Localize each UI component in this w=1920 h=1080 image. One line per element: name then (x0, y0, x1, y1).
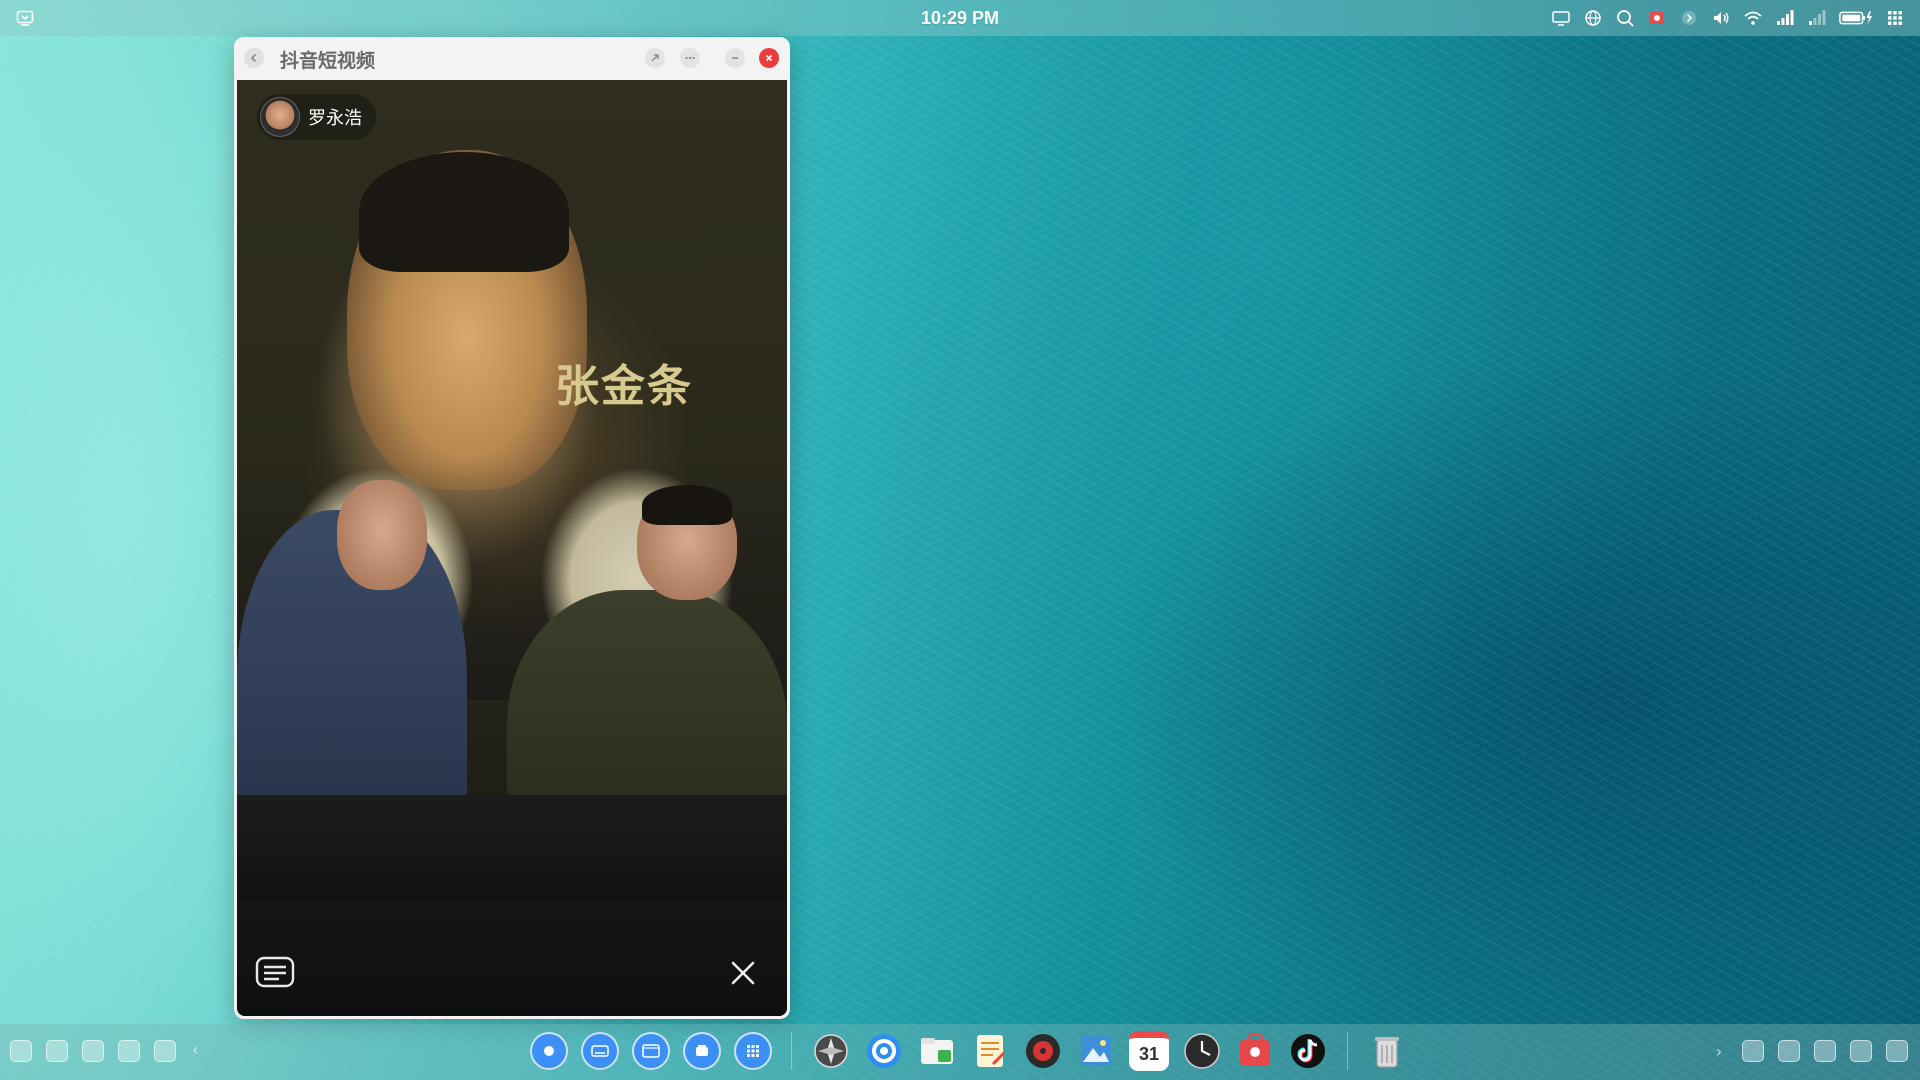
dock-center: 31 (530, 1031, 1407, 1071)
close-icon (765, 54, 773, 62)
person-left-head (337, 480, 427, 590)
system-monitor-app[interactable] (811, 1031, 851, 1071)
minimize-icon (732, 57, 738, 59)
clipboard-icon[interactable] (1814, 1040, 1836, 1062)
basket-icon[interactable] (154, 1040, 176, 1062)
app-store-app[interactable] (1235, 1031, 1275, 1071)
browser-app[interactable] (864, 1031, 904, 1071)
battery-charging-icon[interactable] (1838, 7, 1874, 29)
music-player-app[interactable] (1023, 1031, 1063, 1071)
search-icon[interactable] (1614, 7, 1636, 29)
dock-right-icons: › (1710, 1040, 1908, 1062)
system-tray (1550, 7, 1906, 29)
file-manager-app[interactable] (917, 1031, 957, 1071)
system-monitor-icon (814, 1034, 848, 1068)
wifi-icon[interactable] (1742, 7, 1764, 29)
douyin-window: 抖音短视频 张金条 罗永浩 (234, 37, 790, 1019)
app-store-icon (1240, 1032, 1270, 1066)
text-editor-app[interactable] (970, 1031, 1010, 1071)
author-chip[interactable]: 罗永浩 (257, 94, 376, 140)
app-grid-icon (747, 1045, 759, 1057)
music-player-icon (1026, 1034, 1060, 1068)
list-icon[interactable] (1850, 1040, 1872, 1062)
trash-app[interactable] (1367, 1031, 1407, 1071)
share-icon (651, 54, 659, 62)
clock-icon (1184, 1033, 1220, 1069)
back-icon (250, 53, 257, 63)
browser-icon (867, 1034, 901, 1068)
signal-weak-icon[interactable] (1806, 7, 1828, 29)
share-button[interactable] (645, 48, 665, 68)
volume-icon[interactable] (1710, 7, 1732, 29)
folder-icon[interactable] (1778, 1040, 1800, 1062)
record-icon[interactable] (1646, 7, 1668, 29)
multitask-icon (696, 1045, 708, 1056)
close-button[interactable] (759, 48, 779, 68)
signal-icon[interactable] (1774, 7, 1796, 29)
poster-caption: 张金条 (555, 361, 693, 412)
window-icon[interactable] (1886, 1040, 1908, 1062)
table (237, 795, 787, 905)
douyin-app[interactable] (1288, 1031, 1328, 1071)
globe-icon[interactable] (46, 1040, 68, 1062)
minimize-button[interactable] (725, 48, 745, 68)
dock-left-icons (10, 1040, 176, 1062)
window-title: 抖音短视频 (280, 50, 376, 72)
image-viewer-icon (1081, 1036, 1111, 1066)
trash-icon (1375, 1037, 1399, 1068)
subtitle-icon (255, 956, 295, 988)
video-player[interactable]: 张金条 罗永浩 (237, 80, 787, 1016)
avatar[interactable] (260, 97, 300, 137)
gear-icon[interactable] (10, 1040, 32, 1062)
launcher-icon (544, 1046, 554, 1056)
close-icon (731, 961, 755, 985)
window-titlebar[interactable]: 抖音短视频 (234, 37, 790, 79)
clock-app[interactable] (1182, 1031, 1222, 1071)
display-icon[interactable] (1550, 7, 1572, 29)
keyboard-button[interactable] (581, 1032, 619, 1070)
person-right-hair (642, 485, 732, 525)
chevron-right-icon[interactable] (1678, 7, 1700, 29)
taskbar-dock: ‹ 31 › (0, 1024, 1920, 1080)
app-grid-button[interactable] (734, 1032, 772, 1070)
calendar-app[interactable]: 31 (1129, 1031, 1169, 1071)
chevron-right-icon[interactable]: › (1710, 1042, 1728, 1061)
calendar-day: 31 (1138, 1044, 1160, 1064)
monitor-icon[interactable] (82, 1040, 104, 1062)
network-globe-icon[interactable] (1582, 7, 1604, 29)
app-grid-icon[interactable] (1884, 7, 1906, 29)
video-controls-area (237, 900, 787, 1016)
comments-button[interactable] (255, 956, 295, 990)
dock-separator (1347, 1032, 1348, 1070)
keyboard-icon (591, 1045, 609, 1057)
dock-separator (791, 1032, 792, 1070)
window-button[interactable] (632, 1032, 670, 1070)
file-manager-icon (921, 1038, 953, 1064)
image-icon[interactable] (1742, 1040, 1764, 1062)
more-icon (685, 56, 695, 60)
multitask-button[interactable] (683, 1032, 721, 1070)
author-name[interactable]: 罗永浩 (308, 104, 362, 130)
back-button[interactable] (244, 48, 264, 68)
douyin-icon (1291, 1034, 1325, 1068)
top-status-bar: 10:29 PM (0, 0, 1920, 36)
window-icon (642, 1044, 660, 1058)
text-editor-icon (977, 1035, 1006, 1067)
image-viewer-app[interactable] (1076, 1031, 1116, 1071)
launcher-button[interactable] (530, 1032, 568, 1070)
chevron-left-icon[interactable]: ‹ (192, 1040, 212, 1062)
close-video-button[interactable] (728, 958, 758, 988)
toggle-icon[interactable] (118, 1040, 140, 1062)
poster-hair (359, 152, 569, 272)
more-button[interactable] (680, 48, 700, 68)
